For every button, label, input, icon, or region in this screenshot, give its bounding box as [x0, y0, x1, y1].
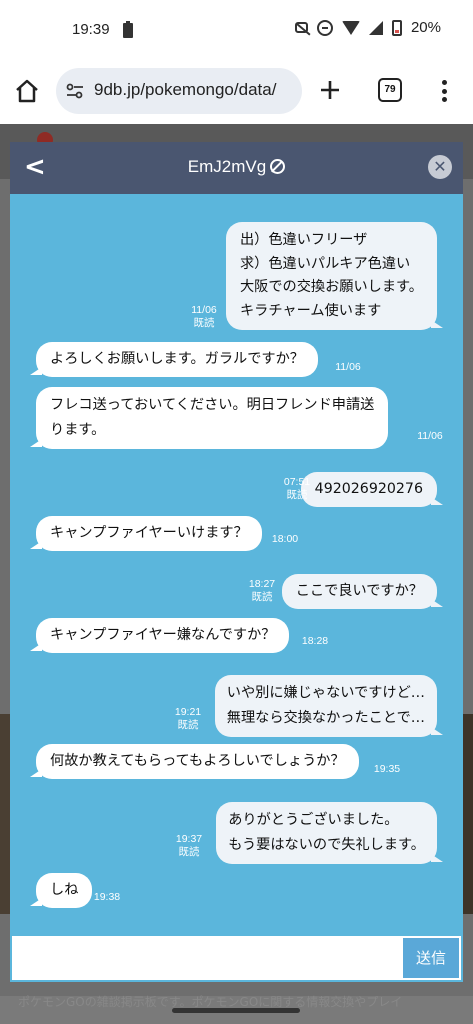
- chat-partner-name: EmJ2mVg: [187, 157, 267, 176]
- message-time: 18:00: [271, 533, 299, 545]
- home-icon[interactable]: [14, 78, 40, 104]
- signal-icon: [368, 20, 383, 35]
- read-receipt: 既読: [177, 719, 199, 731]
- message-bubble: しね: [29, 873, 93, 908]
- chat-modal: < EmJ2mVg ✕ 出）色違いフリーザ 求）色違いパルキア色違い 大阪での交…: [10, 142, 463, 982]
- browser-toolbar: 9db.jp/pokemongo/data/ 79: [0, 58, 473, 124]
- message-bubble: 何故か教えてもらってもよろしいでしょうか？: [30, 744, 359, 779]
- mute-icon: [294, 22, 308, 33]
- message-bubble: ありがとうございました。 もう要はないので失礼します。: [216, 802, 443, 864]
- message-time: 11/06: [335, 361, 361, 373]
- message-time: 19:38: [93, 891, 121, 903]
- message-bubble: フレコ送っておいてください。明日フレンド申請送 ります。: [29, 387, 389, 449]
- message-time: 07:51: [283, 476, 311, 488]
- message-bubble: 出）色違いフリーザ 求）色違いパルキア色違い 大阪での交換お願いします。 キラチ…: [225, 222, 444, 330]
- message-time: 19:21: [174, 706, 202, 718]
- read-receipt: 既読: [251, 591, 273, 603]
- message-bubble: ここで良いですか？: [281, 574, 444, 609]
- url-bar[interactable]: 9db.jp/pokemongo/data/: [56, 68, 302, 114]
- read-receipt: 既読: [193, 317, 215, 329]
- battery-icon: [391, 19, 402, 36]
- url-text: 9db.jp/pokemongo/data/: [94, 80, 277, 99]
- plus-icon[interactable]: [318, 78, 342, 102]
- message-time: 18:27: [248, 578, 276, 590]
- message-time: 18:28: [301, 635, 329, 647]
- status-icons: 20%: [294, 19, 441, 36]
- tabs-button[interactable]: 79: [378, 78, 402, 102]
- message-time: 11/06: [191, 304, 217, 316]
- message-meta: 19:21 既読: [168, 706, 208, 732]
- more-vert-icon[interactable]: [436, 78, 452, 104]
- message-meta: 07:51 既読: [277, 476, 317, 502]
- message-meta: 18:27 既読: [242, 578, 282, 604]
- dnd-icon: [316, 19, 333, 36]
- send-button[interactable]: 送信: [403, 938, 459, 978]
- message-compose-row: 送信: [10, 934, 463, 982]
- message-input[interactable]: [14, 938, 402, 978]
- gesture-nav-handle[interactable]: [172, 1008, 300, 1013]
- message-bubble: いや別に嫌じゃないですけど… 無理なら交換なかったことで…: [214, 675, 444, 737]
- message-meta: 11/06 既読: [184, 304, 224, 330]
- status-bar: 19:39 20%: [0, 0, 473, 58]
- status-time: 19:39: [72, 21, 110, 38]
- close-button[interactable]: ✕: [428, 155, 452, 179]
- message-bubble: キャンプファイヤー嫌なんですか？: [29, 618, 290, 653]
- chat-title: EmJ2mVg: [10, 157, 463, 177]
- message-meta: 19:37 既読: [169, 833, 209, 859]
- message-time: 11/06: [417, 430, 443, 442]
- block-icon[interactable]: [270, 159, 286, 174]
- tune-icon[interactable]: [66, 82, 84, 100]
- read-receipt: 既読: [286, 489, 308, 501]
- battery-percent: 20%: [410, 19, 441, 36]
- message-bubble: よろしくお願いします。ガラルですか？: [30, 342, 318, 377]
- wifi-icon: [341, 20, 360, 35]
- message-time: 19:37: [175, 833, 203, 845]
- message-bubble: 492026920276: [300, 472, 444, 507]
- battery-alert-icon: [123, 21, 133, 38]
- message-time: 19:35: [373, 763, 401, 775]
- message-bubble: キャンプファイヤーいけます？: [30, 516, 262, 551]
- read-receipt: 既読: [178, 846, 200, 858]
- chat-header: < EmJ2mVg ✕: [10, 142, 463, 194]
